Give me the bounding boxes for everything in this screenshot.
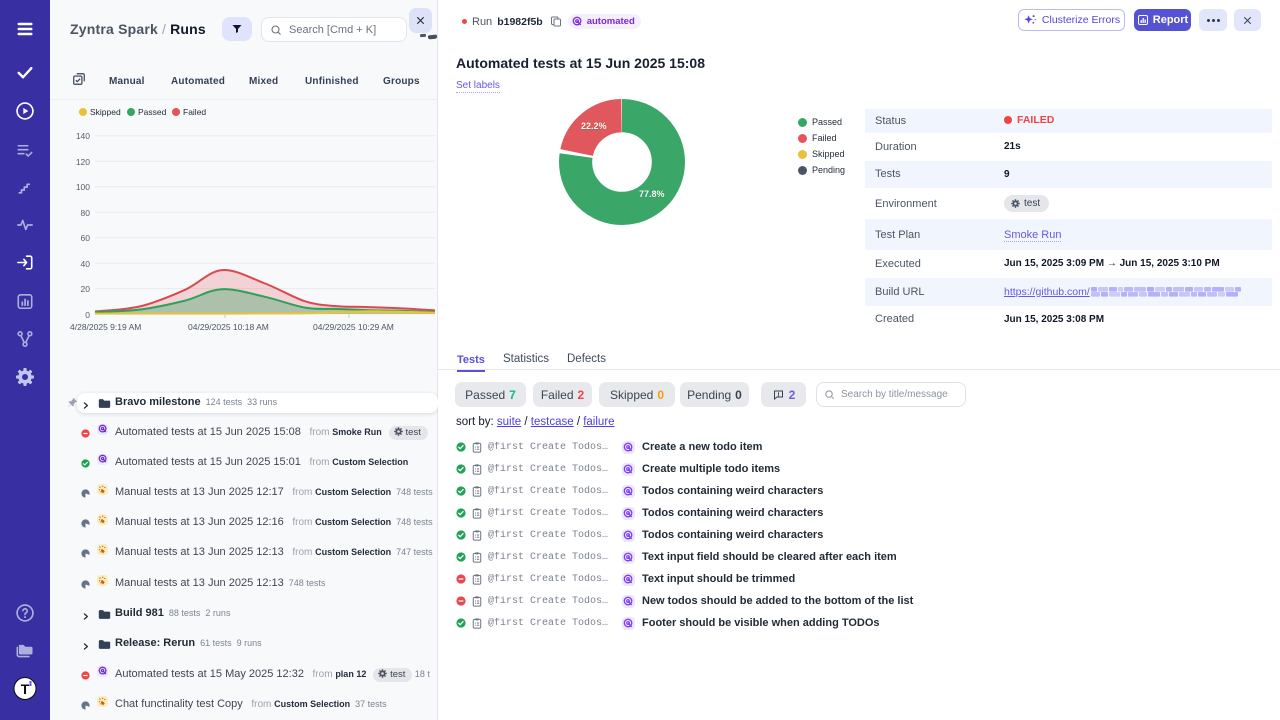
svg-text:77.8%: 77.8% <box>639 189 665 199</box>
svg-text:22.2%: 22.2% <box>581 121 607 131</box>
